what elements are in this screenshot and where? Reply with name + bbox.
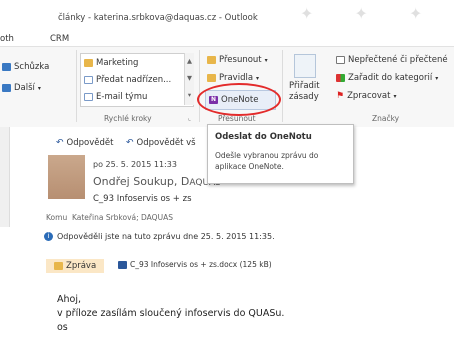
zasady-button[interactable]: Přiřadit zásady	[289, 81, 320, 103]
pravidla-label: Pravidla	[219, 73, 254, 83]
quick-step-predat[interactable]: Předat nadřízen...	[81, 71, 193, 88]
unread-label: Nepřečtené či přečtené	[348, 55, 448, 65]
attachment-item[interactable]: C_93 Infoservis os + zs.docx (125 kB)	[118, 260, 272, 269]
avatar	[48, 155, 85, 199]
zasady-label-1: Přiřadit	[289, 81, 320, 91]
highlight-circle	[197, 83, 281, 116]
more-icon	[2, 84, 11, 92]
dialog-launcher-icon[interactable]: ⌞	[188, 114, 191, 122]
to-label: Komu	[46, 213, 68, 222]
zasady-label-2: zásady	[289, 92, 319, 102]
envelope-icon	[54, 262, 63, 270]
folder-pane-edge	[0, 127, 10, 227]
schuzka-label: Schůzka	[14, 62, 50, 72]
presunout-group-label: Přesunout	[218, 114, 256, 123]
forward-mail-icon	[84, 75, 93, 84]
tab-crm[interactable]: CRM	[50, 34, 69, 44]
message-body: Ahoj, v příloze zasílám sloučený infoser…	[57, 293, 284, 335]
chevron-down-icon: ▾	[435, 74, 439, 82]
meeting-icon	[2, 63, 11, 71]
word-document-icon	[118, 260, 127, 269]
dalsi-button[interactable]: Další ▾	[2, 83, 41, 93]
move-icon	[207, 56, 216, 64]
scroll-down-icon[interactable]: ▼	[185, 70, 194, 87]
tooltip: Odeslat do OneNotu Odešle vybranou zpráv…	[207, 124, 354, 184]
scroll-up-icon[interactable]: ▲	[185, 53, 194, 70]
category-icon	[336, 74, 345, 82]
mail-icon	[84, 92, 93, 101]
separator	[282, 50, 283, 122]
tooltip-title: Odeslat do OneNotu	[215, 132, 312, 142]
quick-step-marketing[interactable]: Marketing	[81, 54, 193, 71]
separator	[199, 50, 200, 122]
chevron-down-icon: ▾	[37, 84, 41, 92]
followup-button[interactable]: ⚑ Zpracovat ▾	[336, 91, 396, 101]
chevron-down-icon: ▾	[264, 56, 268, 64]
chevron-down-icon: ▾	[393, 92, 397, 100]
sender-name: Ondřej Soukup, DAQUAS	[93, 175, 221, 188]
reply-button[interactable]: ↶ Odpovědět	[56, 138, 113, 148]
categorize-label: Zařadit do kategorií	[348, 73, 433, 83]
presunout-label: Přesunout	[219, 55, 262, 65]
info-icon: i	[44, 231, 53, 241]
tags-group-label: Značky	[372, 114, 400, 123]
quick-step-email-tymu[interactable]: E-mail týmu	[81, 88, 193, 105]
quick-steps-gallery: Marketing Předat nadřízen... E-mail týmu	[80, 53, 194, 107]
body-line: Ahoj,	[57, 294, 81, 305]
sender-name-text: Ondřej Soukup, D	[93, 175, 190, 188]
followup-label: Zpracovat	[347, 91, 391, 101]
dalsi-label: Další	[14, 83, 35, 93]
quick-step-label: Předat nadřízen...	[96, 74, 172, 85]
reply-all-icon: ↶	[126, 138, 134, 148]
recipient-line: Komu Kateřina Srbková; DAQUAS	[46, 213, 173, 222]
schuzka-button[interactable]: Schůzka	[2, 62, 49, 72]
presunout-button[interactable]: Přesunout ▾	[207, 55, 268, 65]
quick-step-label: Marketing	[96, 57, 139, 68]
message-tab-label: Zpráva	[66, 261, 97, 271]
attachment-label: C_93 Infoservis os + zs.docx (125 kB)	[130, 260, 272, 269]
tab-oth[interactable]: oth	[0, 34, 14, 44]
reply-all-label: Odpovědět vš	[136, 138, 196, 148]
categorize-button[interactable]: Zařadit do kategorií ▾	[336, 73, 438, 83]
expand-gallery-icon[interactable]: ▾	[185, 87, 194, 104]
attachment-bar: Zpráva C_93 Infoservis os + zs.docx (125…	[44, 257, 444, 274]
window-title: články - katerina.srbkova@daquas.cz - Ou…	[58, 13, 258, 23]
pravidla-button[interactable]: Pravidla ▾	[207, 73, 259, 83]
message-date: po 25. 5. 2015 11:33	[93, 160, 177, 169]
chevron-down-icon: ▾	[256, 74, 260, 82]
info-text: Odpověděli jste na tuto zprávu dne 25. 5…	[57, 231, 275, 241]
quick-step-label: E-mail týmu	[96, 91, 148, 102]
reply-icon: ↶	[56, 138, 64, 148]
reply-all-button[interactable]: ↶ Odpovědět vš	[126, 138, 196, 148]
policy-icon	[294, 54, 316, 78]
quick-steps-group-label: Rychlé kroky	[104, 114, 152, 123]
folder-icon	[84, 58, 93, 67]
flag-icon: ⚑	[336, 91, 345, 101]
quick-steps-scrollbar[interactable]: ▲ ▼ ▾	[184, 53, 194, 105]
unread-read-button[interactable]: Nepřečtené či přečtené	[336, 55, 448, 65]
decorative-birds: ✦ ✦ ✦	[300, 4, 441, 23]
tooltip-description: Odešle vybranou zprávu do aplikace OneNo…	[215, 151, 319, 171]
message-tab[interactable]: Zpráva	[46, 259, 105, 273]
to-value: Kateřina Srbková; DAQUAS	[71, 213, 173, 222]
envelope-icon	[336, 56, 345, 64]
message-subject: C_93 Infoservis os + zs	[93, 194, 192, 204]
separator	[76, 50, 77, 122]
info-bar: i Odpověděli jste na tuto zprávu dne 25.…	[44, 228, 444, 244]
rules-icon	[207, 74, 216, 82]
body-line: v příloze zasílám sloučený infoservis do…	[57, 308, 285, 319]
body-line: os	[57, 322, 68, 333]
reply-label: Odpovědět	[66, 138, 114, 148]
